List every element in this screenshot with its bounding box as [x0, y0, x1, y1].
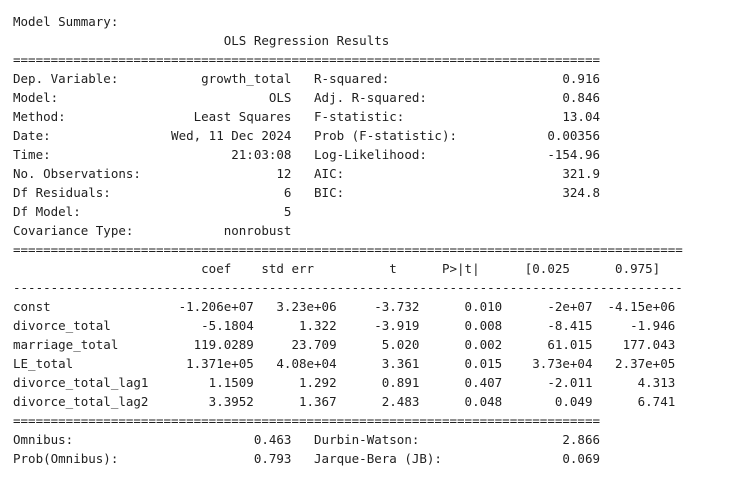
row-dep-variable: Dep. Variable: growth_total R-squared: 0…: [13, 71, 600, 86]
coef-row-le-total: LE_total 1.371e+05 4.08e+04 3.361 0.015 …: [13, 356, 676, 371]
coef-row-divorce-total: divorce_total -5.1804 1.322 -3.919 0.008…: [13, 318, 676, 333]
row-time: Time: 21:03:08 Log-Likelihood: -154.96: [13, 147, 600, 162]
separator-diagnostics: ========================================…: [13, 413, 600, 428]
row-no-observations: No. Observations: 12 AIC: 321.9: [13, 166, 600, 181]
separator-coef-top: ========================================…: [13, 242, 683, 257]
row-omnibus: Omnibus: 0.463 Durbin-Watson: 2.866: [13, 432, 600, 447]
row-prob-omnibus: Prob(Omnibus): 0.793 Jarque-Bera (JB): 0…: [13, 451, 600, 466]
row-covariance-type: Covariance Type: nonrobust: [13, 223, 600, 238]
separator-top: ========================================…: [13, 52, 600, 67]
coef-row-marriage-total: marriage_total 119.0289 23.709 5.020 0.0…: [13, 337, 676, 352]
row-method: Method: Least Squares F-statistic: 13.04: [13, 109, 600, 124]
row-date: Date: Wed, 11 Dec 2024 Prob (F-statistic…: [13, 128, 600, 143]
row-df-model: Df Model: 5: [13, 204, 600, 219]
coef-row-divorce-total-lag2: divorce_total_lag2 3.3952 1.367 2.483 0.…: [13, 394, 676, 409]
coef-row-divorce-total-lag1: divorce_total_lag1 1.1509 1.292 0.891 0.…: [13, 375, 676, 390]
summary-heading: Model Summary:: [13, 14, 119, 29]
results-title: OLS Regression Results: [13, 33, 600, 48]
separator-coef-header: ----------------------------------------…: [13, 280, 683, 295]
row-model: Model: OLS Adj. R-squared: 0.846: [13, 90, 600, 105]
coef-row-const: const -1.206e+07 3.23e+06 -3.732 0.010 -…: [13, 299, 676, 314]
row-df-residuals: Df Residuals: 6 BIC: 324.8: [13, 185, 600, 200]
model-summary-output: Model Summary: OLS Regression Results ==…: [13, 12, 683, 468]
coef-table-header: coef std err t P>|t| [0.025 0.975]: [13, 261, 661, 276]
